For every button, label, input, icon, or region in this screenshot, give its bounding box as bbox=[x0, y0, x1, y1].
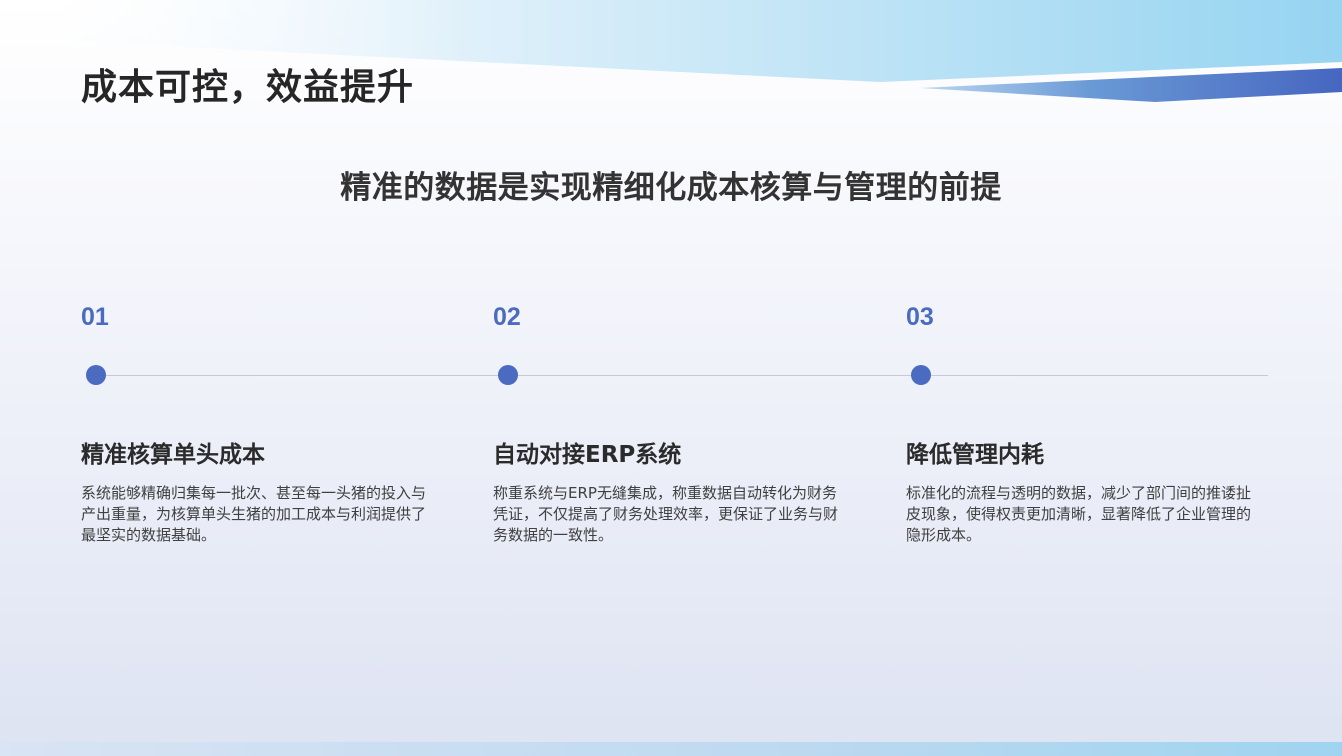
step-heading: 自动对接ERP系统 bbox=[493, 442, 682, 468]
timeline-line bbox=[96, 375, 1268, 376]
step-description: 标准化的流程与透明的数据，减少了部门间的推诿扯皮现象，使得权责更加清晰，显著降低… bbox=[906, 484, 1252, 544]
bottom-decoration-bar bbox=[0, 742, 1342, 756]
step-number: 01 bbox=[81, 303, 109, 331]
timeline-dot-icon bbox=[498, 365, 518, 385]
timeline-dot-icon bbox=[911, 365, 931, 385]
page-title: 成本可控，效益提升 bbox=[81, 67, 415, 108]
step-heading: 精准核算单头成本 bbox=[81, 442, 265, 468]
step-description: 系统能够精确归集每一批次、甚至每一头猪的投入与产出重量，为核算单头生猪的加工成本… bbox=[81, 484, 427, 544]
slide-subtitle: 精准的数据是实现精细化成本核算与管理的前提 bbox=[340, 170, 1002, 206]
step-description: 称重系统与ERP无缝集成，称重数据自动转化为财务凭证，不仅提高了财务处理效率，更… bbox=[493, 484, 839, 544]
timeline-dot-icon bbox=[86, 365, 106, 385]
step-number: 02 bbox=[493, 303, 521, 331]
slide: 成本可控，效益提升 精准的数据是实现精细化成本核算与管理的前提 01 精准核算单… bbox=[0, 0, 1342, 756]
step-heading: 降低管理内耗 bbox=[906, 442, 1044, 468]
step-number: 03 bbox=[906, 303, 934, 331]
